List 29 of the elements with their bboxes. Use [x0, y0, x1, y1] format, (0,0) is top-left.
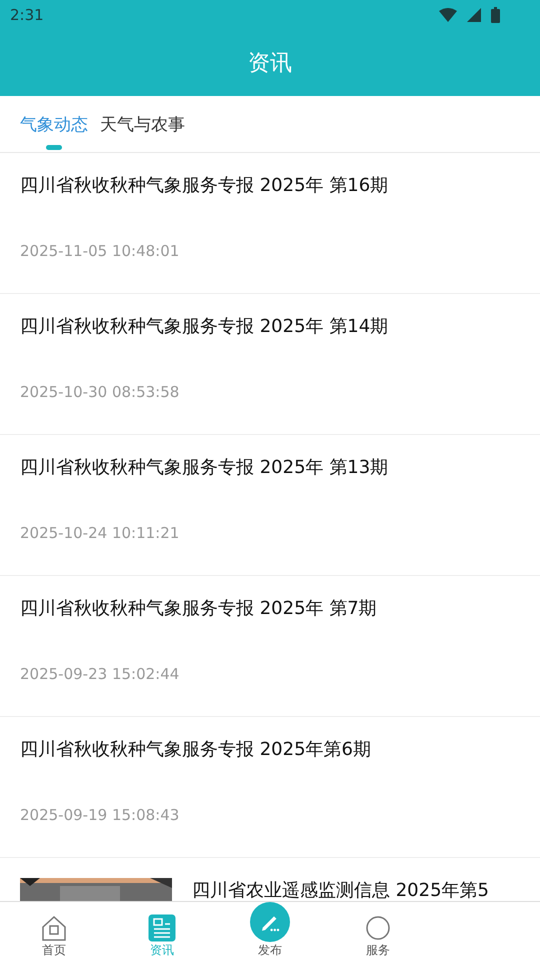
article-item[interactable]: 四川省秋收秋种气象服务专报 2025年 第13期 2025-10-24 10:11:21: [0, 435, 540, 576]
pencil-icon: [250, 902, 290, 942]
article-title: 四川省秋收秋种气象服务专报 2025年 第7期: [20, 597, 378, 620]
header-title: 资讯: [248, 50, 292, 78]
nav-tab[interactable]: 发布: [216, 902, 324, 960]
category-tab[interactable]: 天气与农事: [100, 98, 185, 150]
article-item[interactable]: 四川省秋收秋种气象服务专报 2025年 第14期 2025-10-30 08:53:58: [0, 294, 540, 435]
article-title[interactable]: 四川省农业遥感监测信息 2025年第5: [192, 878, 489, 901]
service-icon: [364, 914, 392, 942]
battery-icon: [491, 7, 500, 23]
signal-icon: [467, 8, 481, 22]
article-date: 2025-10-24 10:11:21: [20, 524, 180, 542]
article-date: 2025-11-05 10:48:01: [20, 242, 180, 260]
wifi-icon: [439, 8, 457, 22]
article-date: 2025-10-30 08:53:58: [20, 383, 180, 401]
article-title: 四川省秋收秋种气象服务专报 2025年 第16期: [20, 174, 390, 197]
article-item[interactable]: 四川省秋收秋种气象服务专报 2025年第6期 2025-09-19 15:08:43: [0, 717, 540, 858]
article-title: 四川省秋收秋种气象服务专报 2025年 第14期: [20, 315, 390, 338]
home-icon: [40, 914, 68, 942]
article-item[interactable]: 四川省秋收秋种气象服务专报 2025年 第16期 2025-11-05 10:48:01: [0, 153, 540, 294]
article-date: 2025-09-19 15:08:43: [20, 806, 180, 824]
nav-tab[interactable]: 首页: [0, 902, 108, 960]
article-date: 2025-09-23 15:02:44: [20, 665, 180, 683]
article-item[interactable]: 四川省秋收秋种气象服务专报 2025年 第7期 2025-09-23 15:02:44: [0, 576, 540, 717]
nav-tab[interactable]: 服务: [324, 902, 432, 960]
news-icon: [148, 914, 176, 942]
article-title: 四川省秋收秋种气象服务专报 2025年 第13期: [20, 456, 390, 479]
article-title: 四川省秋收秋种气象服务专报 2025年第6期: [20, 738, 372, 761]
status-time: 2:31: [10, 6, 44, 24]
